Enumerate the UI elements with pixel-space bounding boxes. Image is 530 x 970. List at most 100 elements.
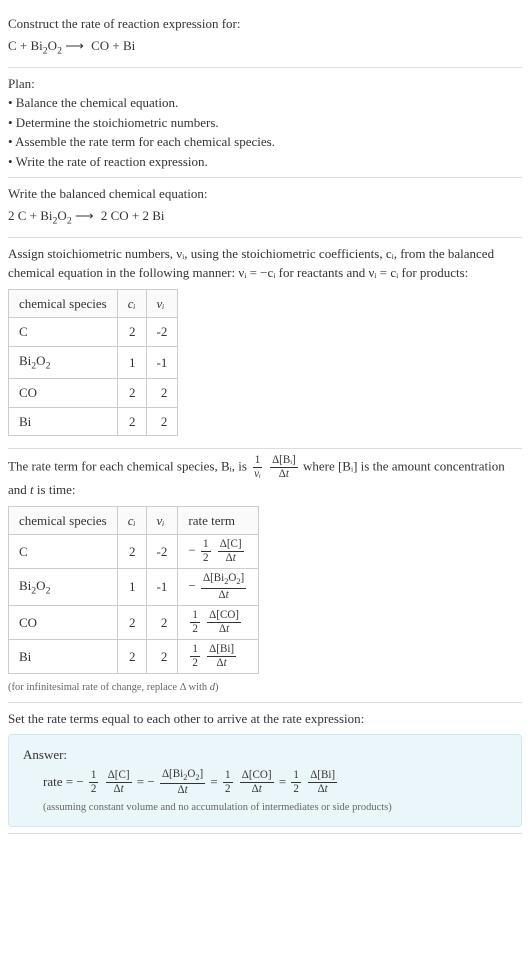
col-species: chemical species [9, 506, 118, 535]
intro-section: Construct the rate of reaction expressio… [8, 8, 522, 68]
frac-den: Δt [215, 657, 229, 669]
table-row: C 2 -2 [9, 318, 178, 347]
table-header-row: chemical species cᵢ νᵢ [9, 289, 178, 318]
rate-term-text: The rate term for each chemical species,… [8, 455, 522, 500]
cell-species: Bi2O2 [9, 346, 118, 378]
cell-vi: 2 [146, 605, 178, 639]
frac-num: Δ[Bi2O2] [201, 573, 246, 588]
frac-den: Δt [217, 623, 231, 635]
fraction: 12 [291, 770, 301, 795]
rate-term-table: chemical species cᵢ νᵢ rate term C 2 -2 … [8, 506, 259, 674]
frac-den: Δt [112, 783, 126, 795]
cell-ci: 2 [117, 407, 146, 436]
fraction: Δ[C]Δt [218, 539, 244, 564]
table-row: Bi2O2 1 -1 − Δ[Bi2O2]Δt [9, 569, 259, 606]
table-row: CO 2 2 [9, 379, 178, 408]
cell-rate: 12 Δ[Bi]Δt [178, 639, 259, 673]
fraction: Δ[Bi]Δt [207, 644, 236, 669]
plan-section: Plan: • Balance the chemical equation. •… [8, 68, 522, 179]
cell-vi: -2 [146, 318, 178, 347]
cell-species: CO [9, 605, 118, 639]
text-before: The rate term for each chemical species,… [8, 459, 250, 474]
reaction-arrow: ⟶ [75, 208, 101, 223]
fraction: Δ[Bi]Δt [308, 770, 337, 795]
eq-sep: = − [137, 774, 155, 789]
cell-species: Bi [9, 639, 118, 673]
cell-vi: 2 [146, 407, 178, 436]
frac-den: 2 [291, 783, 301, 795]
cell-vi: -1 [146, 346, 178, 378]
plan-item: • Assemble the rate term for each chemic… [8, 132, 522, 152]
final-heading: Set the rate terms equal to each other t… [8, 709, 522, 729]
cell-rate: − Δ[Bi2O2]Δt [178, 569, 259, 606]
frac-den: 2 [201, 552, 211, 564]
frac-den: Δt [175, 784, 189, 796]
table-row: Bi 2 2 [9, 407, 178, 436]
stoich-section: Assign stoichiometric numbers, νᵢ, using… [8, 238, 522, 449]
frac-num: Δ[Bi] [308, 770, 337, 783]
stoich-text: Assign stoichiometric numbers, νᵢ, using… [8, 244, 522, 283]
cell-ci: 2 [117, 535, 146, 569]
delta-note: (for infinitesimal rate of change, repla… [8, 680, 522, 696]
answer-equation: rate = − 12 Δ[C]Δt = − Δ[Bi2O2]Δt = 12 Δ… [43, 769, 507, 797]
eq-sep: = [279, 774, 290, 789]
table-header-row: chemical species cᵢ νᵢ rate term [9, 506, 259, 535]
rate-prefix: rate = − [43, 774, 84, 789]
col-vi: νᵢ [146, 289, 178, 318]
sign: − [188, 543, 195, 558]
fraction: 12 [223, 770, 233, 795]
cell-rate: − 12 Δ[C]Δt [178, 535, 259, 569]
plan-item: • Balance the chemical equation. [8, 93, 522, 113]
intro-lhs: C + Bi2O2 [8, 38, 62, 53]
frac-den: 2 [190, 657, 200, 669]
cell-vi: -1 [146, 569, 178, 606]
table-row: C 2 -2 − 12 Δ[C]Δt [9, 535, 259, 569]
frac-den: Δt [316, 783, 330, 795]
reaction-arrow: ⟶ [65, 38, 91, 53]
cell-ci: 2 [117, 318, 146, 347]
rate-term-section: The rate term for each chemical species,… [8, 449, 522, 703]
frac-num: Δ[Bᵢ] [270, 455, 298, 468]
cell-ci: 2 [117, 379, 146, 408]
frac-num: 1 [190, 610, 200, 623]
balanced-lhs: 2 C + Bi2O2 [8, 208, 72, 223]
cell-ci: 2 [117, 639, 146, 673]
rate-formula: 1 νᵢ Δ[Bᵢ] Δt [250, 459, 303, 474]
col-species: chemical species [9, 289, 118, 318]
eq-sep: = [210, 774, 221, 789]
frac-den: 2 [190, 623, 200, 635]
frac-num: Δ[CO] [240, 770, 274, 783]
balanced-rhs: 2 CO + 2 Bi [101, 208, 165, 223]
plan-heading: Plan: [8, 74, 522, 94]
o-label: O [57, 208, 66, 223]
frac-num: 1 [190, 644, 200, 657]
sign: − [188, 578, 195, 593]
plan-item: • Determine the stoichiometric numbers. [8, 113, 522, 133]
cell-ci: 2 [117, 605, 146, 639]
answer-label: Answer: [23, 745, 507, 765]
intro-rhs: CO + Bi [91, 38, 135, 53]
frac-num: 1 [253, 455, 263, 468]
table-row: Bi2O2 1 -1 [9, 346, 178, 378]
fraction: 12 [190, 610, 200, 635]
sub: 2 [67, 215, 72, 226]
sub: 2 [43, 45, 48, 56]
frac-num: Δ[Bi] [207, 644, 236, 657]
cell-ci: 1 [117, 346, 146, 378]
frac-den: 2 [223, 783, 233, 795]
col-ci: cᵢ [117, 289, 146, 318]
cell-rate: 12 Δ[CO]Δt [178, 605, 259, 639]
cell-ci: 1 [117, 569, 146, 606]
frac-num: Δ[C] [218, 539, 244, 552]
fraction: 12 [190, 644, 200, 669]
frac-num: 1 [89, 770, 99, 783]
stoich-table: chemical species cᵢ νᵢ C 2 -2 Bi2O2 1 -1… [8, 289, 178, 436]
table-row: CO 2 2 12 Δ[CO]Δt [9, 605, 259, 639]
fraction: 12 [89, 770, 99, 795]
fraction: Δ[Bi2O2]Δt [201, 573, 246, 601]
fraction: Δ[CO]Δt [240, 770, 274, 795]
balanced-equation: 2 C + Bi2O2 ⟶ 2 CO + 2 Bi [8, 206, 522, 229]
frac-num: 1 [201, 539, 211, 552]
balanced-section: Write the balanced chemical equation: 2 … [8, 178, 522, 238]
fraction: Δ[CO]Δt [207, 610, 241, 635]
